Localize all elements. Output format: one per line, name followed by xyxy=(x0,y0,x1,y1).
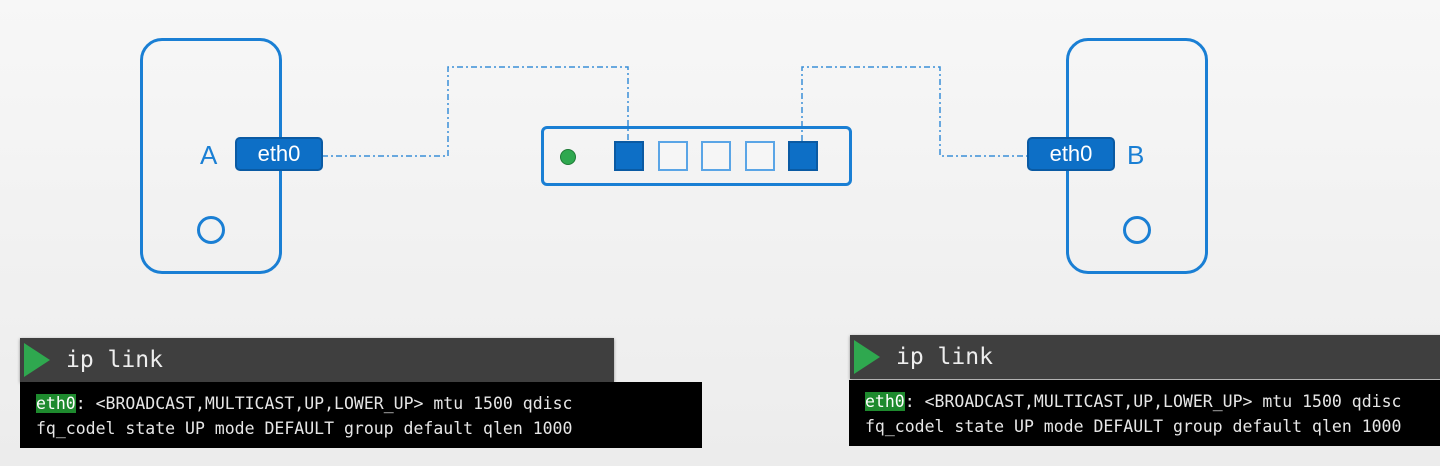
host-a-eth0: eth0 xyxy=(235,137,323,171)
switch-port-1 xyxy=(614,141,644,171)
terminal-b-output: eth0: <BROADCAST,MULTICAST,UP,LOWER_UP> … xyxy=(849,380,1440,446)
iface-highlight: eth0 xyxy=(865,392,905,411)
host-b-label: B xyxy=(1127,140,1145,170)
switch-status-led xyxy=(560,149,576,165)
output-line-1: : <BROADCAST,MULTICAST,UP,LOWER_UP> mtu … xyxy=(75,394,573,413)
host-a-indicator xyxy=(197,216,225,244)
command-text: ip link xyxy=(896,344,993,370)
iface-highlight: eth0 xyxy=(36,394,76,413)
switch-port-5 xyxy=(788,141,818,171)
output-line-2: fq_codel state UP mode DEFAULT group def… xyxy=(865,417,1402,436)
prompt-arrow-icon xyxy=(24,343,50,377)
host-b-indicator xyxy=(1123,216,1151,244)
output-line-1: : <BROADCAST,MULTICAST,UP,LOWER_UP> mtu … xyxy=(904,392,1402,411)
switch-port-2 xyxy=(658,141,688,171)
command-text: ip link xyxy=(66,347,163,373)
output-line-2: fq_codel state UP mode DEFAULT group def… xyxy=(36,419,573,438)
host-b-eth0: eth0 xyxy=(1027,137,1115,171)
terminal-a-command: ip link xyxy=(20,338,614,382)
switch-port-4 xyxy=(745,141,775,171)
prompt-arrow-icon xyxy=(854,340,880,374)
terminal-a-output: eth0: <BROADCAST,MULTICAST,UP,LOWER_UP> … xyxy=(20,382,702,448)
switch-port-3 xyxy=(701,141,731,171)
terminal-b-command: ip link xyxy=(850,335,1440,379)
host-a-label: A xyxy=(200,140,218,170)
